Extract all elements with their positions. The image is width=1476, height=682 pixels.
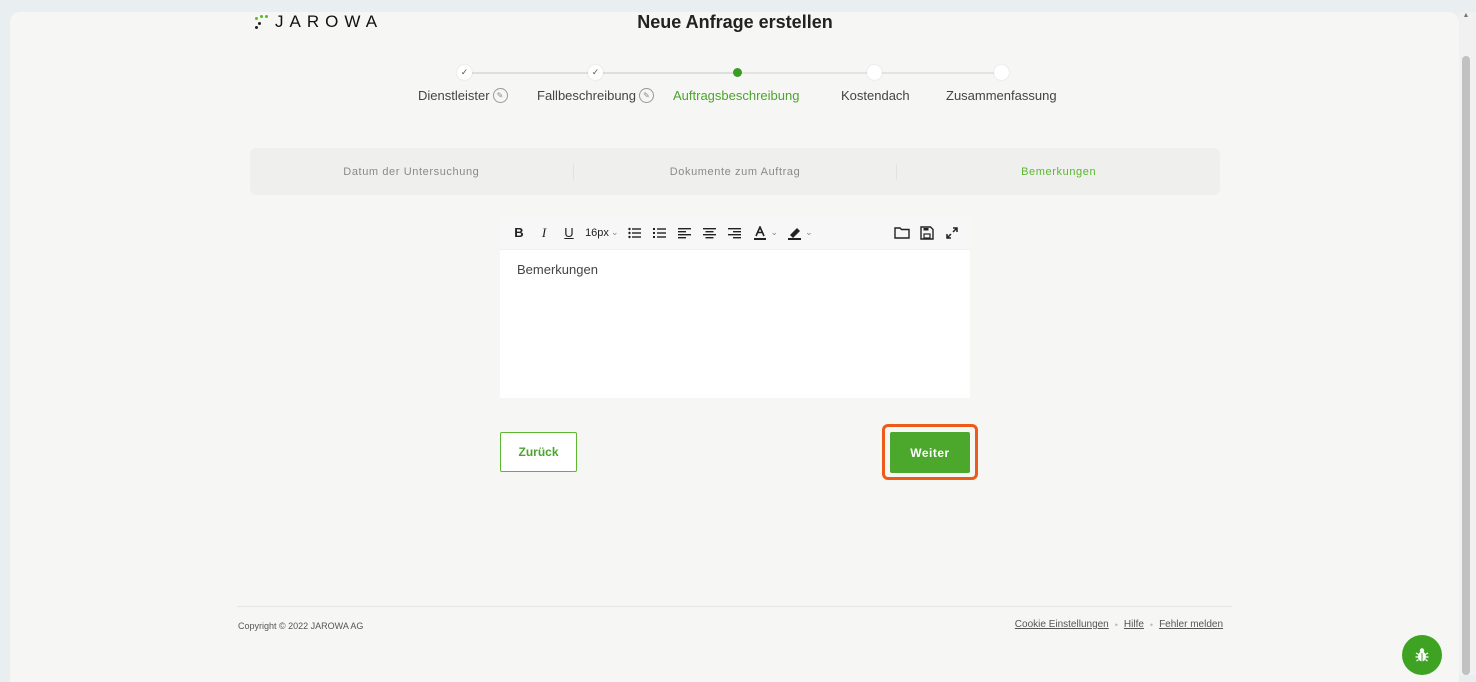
- align-right-icon[interactable]: [725, 223, 745, 243]
- check-icon: ✓: [460, 67, 469, 77]
- chevron-down-icon[interactable]: ⌄: [805, 227, 813, 238]
- editor-toolbar: B I U 16px ⌄ ⌄ ⌄: [500, 216, 970, 250]
- check-icon: ✓: [591, 67, 600, 77]
- stepper-connector: [876, 72, 1001, 74]
- footer-links: Cookie Einstellungen • Hilfe • Fehler me…: [1015, 619, 1223, 630]
- bold-button[interactable]: B: [509, 223, 529, 243]
- step-label: Kostendach: [841, 88, 910, 103]
- edit-pencil-icon[interactable]: ✎: [639, 88, 655, 103]
- step-auftragsbeschreibung: Auftragsbeschreibung: [673, 88, 799, 103]
- step-dot-auftragsbeschreibung: [733, 68, 742, 77]
- edit-pencil-icon[interactable]: ✎: [492, 88, 508, 103]
- step-label: Fallbeschreibung: [537, 88, 637, 103]
- rich-text-editor: B I U 16px ⌄ ⌄ ⌄ Bemerkungen: [500, 216, 970, 398]
- editor-content-area[interactable]: Bemerkungen: [500, 250, 970, 289]
- step-kostendach: Kostendach: [841, 88, 910, 103]
- report-bug-link[interactable]: Fehler melden: [1159, 619, 1223, 630]
- save-icon[interactable]: [917, 223, 937, 243]
- subtab-bemerkungen[interactable]: Bemerkungen: [897, 148, 1220, 195]
- chevron-down-icon[interactable]: ⌄: [611, 227, 619, 238]
- subtab-dokumente-zum-auftrag[interactable]: Dokumente zum Auftrag: [574, 148, 897, 195]
- scrollbar-thumb[interactable]: [1462, 56, 1470, 675]
- numbered-list-icon[interactable]: [650, 223, 670, 243]
- subtab-bar: Datum der Untersuchung Dokumente zum Auf…: [250, 148, 1220, 195]
- step-label: Dienstleister: [418, 88, 490, 103]
- italic-button[interactable]: I: [534, 223, 554, 243]
- step-dienstleister[interactable]: Dienstleister ✎: [418, 88, 508, 103]
- chevron-down-icon[interactable]: ⌄: [771, 227, 779, 238]
- stepper-connector: [739, 72, 874, 74]
- footer-separator: •: [1114, 619, 1118, 630]
- step-dot-zusammenfassung: [994, 65, 1009, 80]
- footer-separator: •: [1149, 619, 1154, 630]
- step-dot-dienstleister[interactable]: ✓: [457, 65, 472, 80]
- underline-button[interactable]: U: [559, 223, 579, 243]
- step-label: Auftragsbeschreibung: [673, 88, 800, 103]
- fullscreen-icon[interactable]: [942, 223, 962, 243]
- font-size-select[interactable]: 16px: [584, 223, 610, 243]
- highlight-color-icon[interactable]: [784, 223, 804, 243]
- subtab-datum-der-untersuchung[interactable]: Datum der Untersuchung: [250, 148, 573, 195]
- align-left-icon[interactable]: [675, 223, 695, 243]
- text-color-icon[interactable]: [750, 223, 770, 243]
- step-dot-fallbeschreibung[interactable]: ✓: [588, 65, 603, 80]
- cookie-settings-link[interactable]: Cookie Einstellungen: [1015, 619, 1109, 630]
- folder-icon[interactable]: [892, 223, 912, 243]
- step-fallbeschreibung[interactable]: Fallbeschreibung ✎: [537, 88, 655, 103]
- stepper-connector: [597, 72, 737, 74]
- help-link[interactable]: Hilfe: [1124, 619, 1144, 630]
- back-button[interactable]: Zurück: [500, 432, 577, 472]
- next-button[interactable]: Weiter: [890, 432, 970, 473]
- stepper-connector: [465, 72, 595, 74]
- step-zusammenfassung: Zusammenfassung: [946, 88, 1057, 103]
- footer-divider: [237, 606, 1232, 607]
- bug-icon: [1415, 648, 1429, 662]
- copyright-text: Copyright © 2022 JAROWA AG: [238, 621, 364, 631]
- step-label: Zusammenfassung: [946, 88, 1057, 103]
- step-dot-kostendach: [867, 65, 882, 80]
- page-title: Neue Anfrage erstellen: [637, 12, 833, 32]
- bug-report-button[interactable]: [1402, 635, 1442, 675]
- align-center-icon[interactable]: [700, 223, 720, 243]
- bullet-list-icon[interactable]: [625, 223, 645, 243]
